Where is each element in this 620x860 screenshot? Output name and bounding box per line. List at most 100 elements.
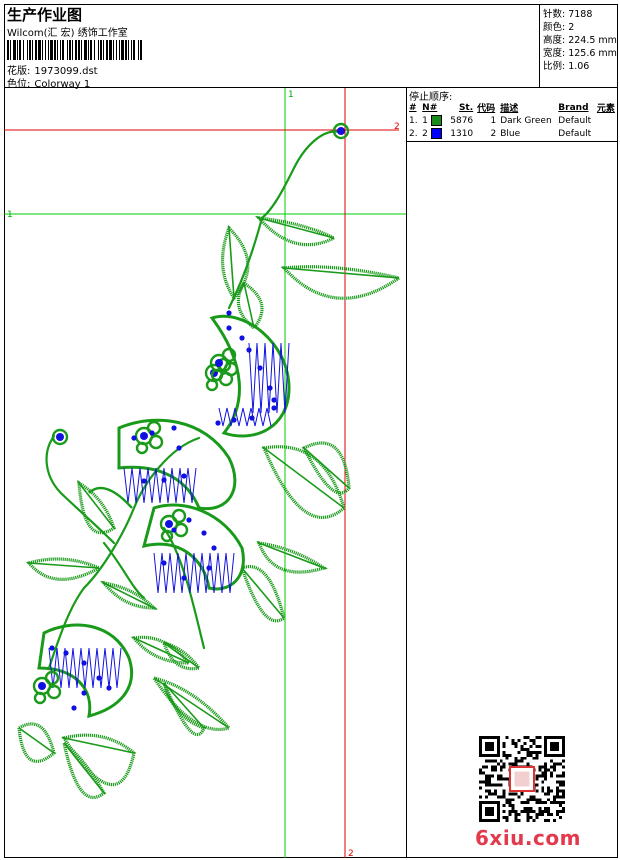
blue-stitch-dot	[267, 385, 273, 391]
company-name: Wilcom(汇 宏) 绣饰工作室	[7, 28, 128, 39]
bud-center	[140, 432, 148, 440]
blue-stitch-dot	[186, 517, 192, 523]
col-needle: N#	[422, 102, 438, 113]
sheet-title: 生产作业图	[7, 6, 83, 24]
blue-stitch-dot	[271, 405, 277, 411]
row-description: Blue	[500, 128, 521, 139]
blue-stitch-dot	[71, 705, 77, 711]
blue-stitch-dot	[63, 650, 69, 656]
col-index: #	[409, 102, 417, 113]
stat-height: 高度: 224.5 mm	[543, 32, 617, 46]
row-code: 2	[490, 128, 497, 139]
row-brand: Default	[558, 115, 592, 126]
blue-stitch-dot	[49, 645, 55, 651]
row-needle: 1	[420, 114, 447, 127]
guide-label-v2: 2	[348, 849, 354, 858]
bud-center	[38, 682, 46, 690]
blue-stitch-dot	[161, 560, 167, 566]
barcode	[7, 40, 142, 60]
col-brand: Brand	[558, 102, 589, 113]
row-stitches: 5876	[450, 115, 474, 126]
col-element: 元素	[596, 104, 615, 114]
blue-satin-zigzag	[218, 407, 272, 427]
bud-circle	[148, 434, 164, 450]
stat-colors: 颜色: 2	[543, 19, 574, 33]
blue-stitch-dot	[206, 565, 212, 571]
stop-table-header: # N# St. 代码 描述 Brand 元素	[407, 101, 618, 115]
leaf-vein	[63, 742, 105, 794]
row-index: 2.	[409, 128, 418, 139]
blue-stitch-dot	[181, 473, 187, 479]
blue-stitch-dot	[81, 690, 87, 696]
stat-scale-label: 比例:	[543, 61, 566, 72]
leaf	[280, 265, 403, 300]
blue-stitch-dot	[231, 417, 237, 423]
guide-label-h2: 2	[394, 122, 400, 132]
row-stitches: 1310	[450, 128, 474, 139]
table-row[interactable]: 1. 1 5876 1 Dark Green Default	[407, 114, 618, 127]
blue-stitch-dot	[81, 660, 87, 666]
blue-stitch-dot	[211, 545, 217, 551]
leaf-vein	[303, 447, 350, 489]
blue-stitch-dot	[161, 477, 167, 483]
bud-circle	[171, 508, 187, 524]
header: 生产作业图 Wilcom(汇 宏) 绣饰工作室 花版: 1973099.dst 色…	[4, 4, 618, 90]
row-brand: Default	[558, 128, 592, 139]
col-stitches: St.	[458, 102, 474, 113]
bud-center	[215, 359, 223, 367]
blue-stitch-dot	[226, 325, 232, 331]
flower-buds	[32, 310, 277, 711]
row-element	[595, 127, 618, 140]
blue-stitch-dot	[201, 530, 207, 536]
row-description: Dark Green	[500, 115, 552, 126]
color-swatch-green	[430, 115, 442, 126]
stat-scale: 比例: 1.06	[543, 58, 589, 72]
stems	[45, 130, 342, 670]
bud-center	[165, 520, 173, 528]
watermark-logo: 6xiu.com	[475, 826, 581, 850]
leaf-vein	[241, 567, 285, 619]
blue-stitch-dot	[246, 347, 252, 353]
blue-stitch-dot	[249, 415, 255, 421]
blue-stitch-dot	[106, 685, 112, 691]
blue-stitch-dot	[239, 335, 245, 341]
leaf-vein	[258, 542, 325, 569]
stat-scale-value: 1.06	[568, 61, 590, 72]
guide-label-v1: 1	[288, 90, 294, 100]
table-row[interactable]: 2. 2 1310 2 Blue Default	[407, 127, 618, 140]
leaf	[255, 215, 338, 247]
leaf	[61, 733, 136, 787]
leaf-vein	[263, 447, 345, 509]
row-needle-value: 2	[422, 129, 428, 139]
blue-satin-zigzag	[248, 342, 290, 414]
blue-satin-zigzag	[48, 647, 122, 689]
blue-stitch-dot	[171, 527, 177, 533]
blue-stitch-dot	[131, 435, 137, 441]
blue-stitch-dot	[171, 425, 177, 431]
bud-circle	[46, 684, 62, 700]
leaf-vein	[103, 582, 155, 609]
blue-stitch-dot	[141, 478, 147, 484]
stat-width: 宽度: 125.6 mm	[543, 45, 617, 59]
col-description: 描述	[500, 104, 519, 114]
bud-circle	[173, 522, 189, 538]
blue-stitch-dot	[215, 420, 221, 426]
qr-code[interactable]	[479, 736, 565, 822]
col-code: 代码	[477, 104, 496, 114]
stats-panel: 针数: 7188 颜色: 2 高度: 224.5 mm 宽度: 125.6 mm 比例:…	[539, 4, 618, 88]
color-swatch-blue	[430, 128, 442, 139]
flower-bulbs	[37, 314, 291, 719]
stat-stitches: 针数: 7188	[543, 6, 592, 20]
row-element	[595, 114, 618, 127]
stop-sequence-table: # N# St. 代码 描述 Brand 元素 1. 1 5876 1 Dark…	[407, 101, 618, 140]
blue-stitch-dot	[271, 397, 277, 403]
blue-stitch-dot	[96, 675, 102, 681]
blue-stitch-dot	[176, 445, 182, 451]
leaf	[220, 225, 250, 301]
row-code: 1	[490, 115, 497, 126]
blue-stitch-dot	[257, 365, 263, 371]
blue-stitch-dot	[149, 430, 155, 436]
blue-stitch-dot	[181, 575, 187, 581]
embroidery-preview[interactable]: 1 1 2 2	[4, 88, 407, 858]
leaf-vein	[258, 217, 335, 239]
